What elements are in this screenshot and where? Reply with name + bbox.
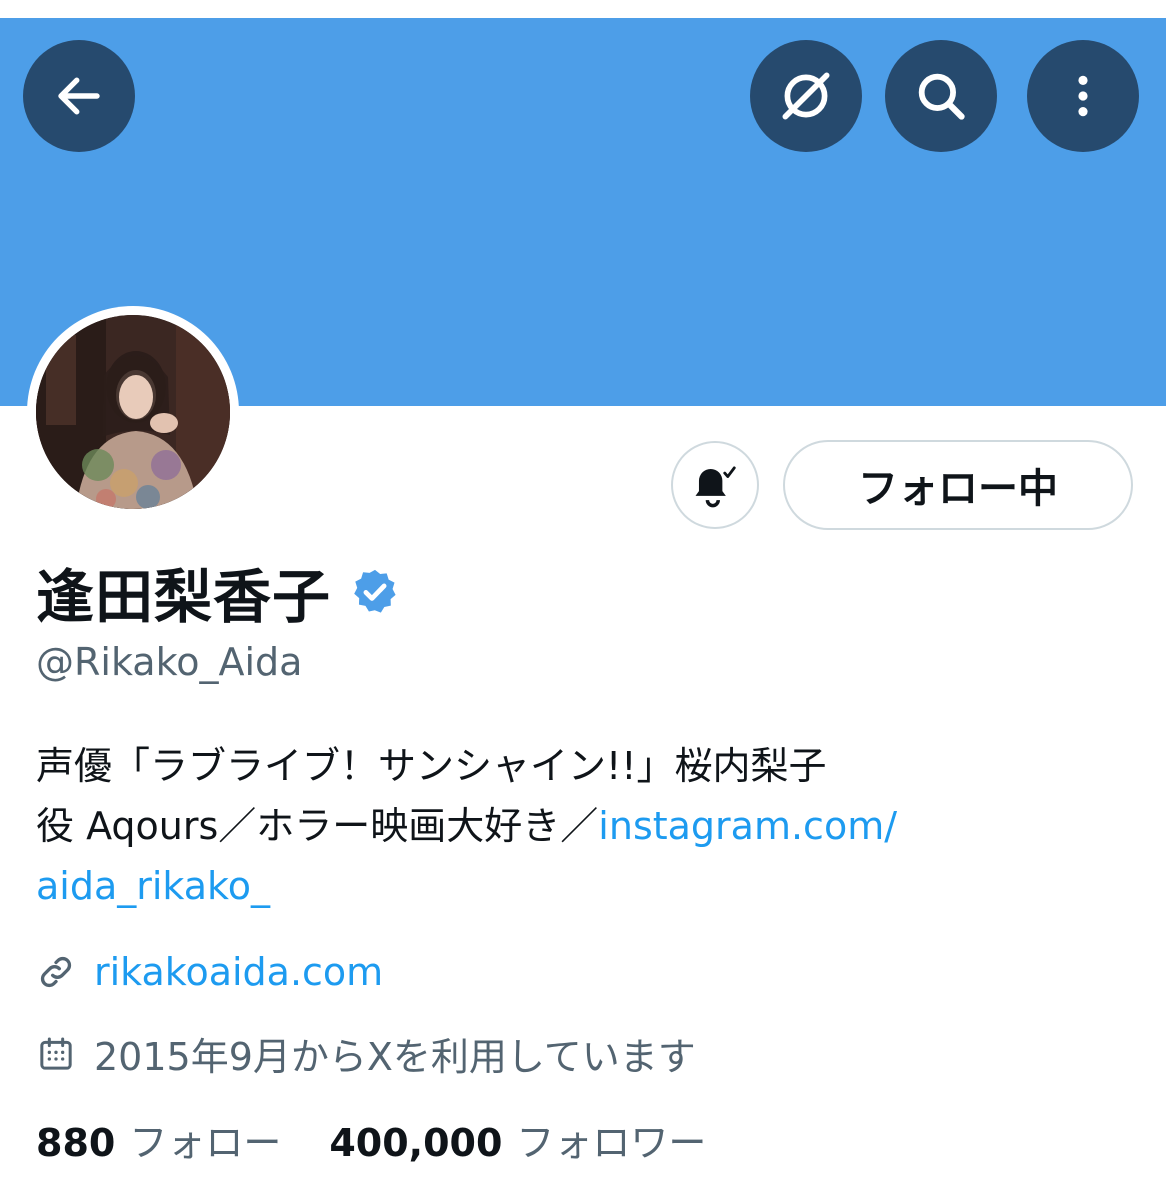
bell-check-icon: [695, 466, 736, 508]
follow-stats: 880 フォロー 400,000 フォロワー: [36, 1112, 706, 1167]
join-date-row: 2015年9月からXを利用しています: [36, 1026, 696, 1081]
back-button[interactable]: [23, 40, 135, 152]
bio-instagram-link[interactable]: instagram.com/: [598, 804, 897, 848]
bio-instagram-link-cont[interactable]: aida_rikako_: [36, 864, 270, 908]
bio-line: 役 Aqours／ホラー映画大好き／instagram.com/: [36, 796, 1036, 856]
avatar-image: [36, 315, 230, 509]
grok-icon: [782, 72, 830, 120]
website-row: rikakoaida.com: [36, 950, 383, 994]
bio-line: aida_rikako_: [36, 856, 1036, 916]
profile-handle: @Rikako_Aida: [36, 640, 303, 684]
following-count: 880: [36, 1121, 116, 1165]
search-icon: [918, 73, 965, 120]
bio-text: 役 Aqours／ホラー映画大好き／: [36, 804, 599, 848]
profile-name-row: 逢田梨香子: [36, 552, 401, 632]
avatar: [36, 315, 230, 509]
followers-stat[interactable]: 400,000 フォロワー: [329, 1112, 706, 1167]
calendar-icon: [40, 1037, 72, 1070]
verified-badge-icon[interactable]: [349, 566, 401, 618]
status-bar-area: [0, 0, 1166, 18]
followers-label: フォロワー: [516, 1121, 707, 1165]
following-label: フォロー: [129, 1121, 282, 1165]
grok-button[interactable]: [750, 40, 862, 152]
search-button[interactable]: [885, 40, 997, 152]
website-link[interactable]: rikakoaida.com: [94, 950, 383, 994]
avatar-frame[interactable]: [27, 306, 239, 518]
following-stat[interactable]: 880 フォロー: [36, 1112, 281, 1167]
profile-bio: 声優「ラブライブ！サンシャイン!!」桜内梨子 役 Aqours／ホラー映画大好き…: [36, 736, 1036, 916]
bio-text: 声優「ラブライブ！サンシャイン!!」桜内梨子: [36, 744, 827, 788]
join-date: 2015年9月からXを利用しています: [94, 1035, 696, 1079]
notifications-button[interactable]: [671, 441, 759, 529]
more-vertical-icon: [1078, 75, 1088, 117]
more-options-button[interactable]: [1027, 40, 1139, 152]
display-name: 逢田梨香子: [36, 563, 332, 631]
bio-line: 声優「ラブライブ！サンシャイン!!」桜内梨子: [36, 736, 1036, 796]
link-icon: [40, 956, 72, 988]
followers-count: 400,000: [329, 1121, 503, 1165]
back-arrow-icon: [58, 77, 100, 115]
following-button[interactable]: フォロー中: [783, 440, 1133, 530]
